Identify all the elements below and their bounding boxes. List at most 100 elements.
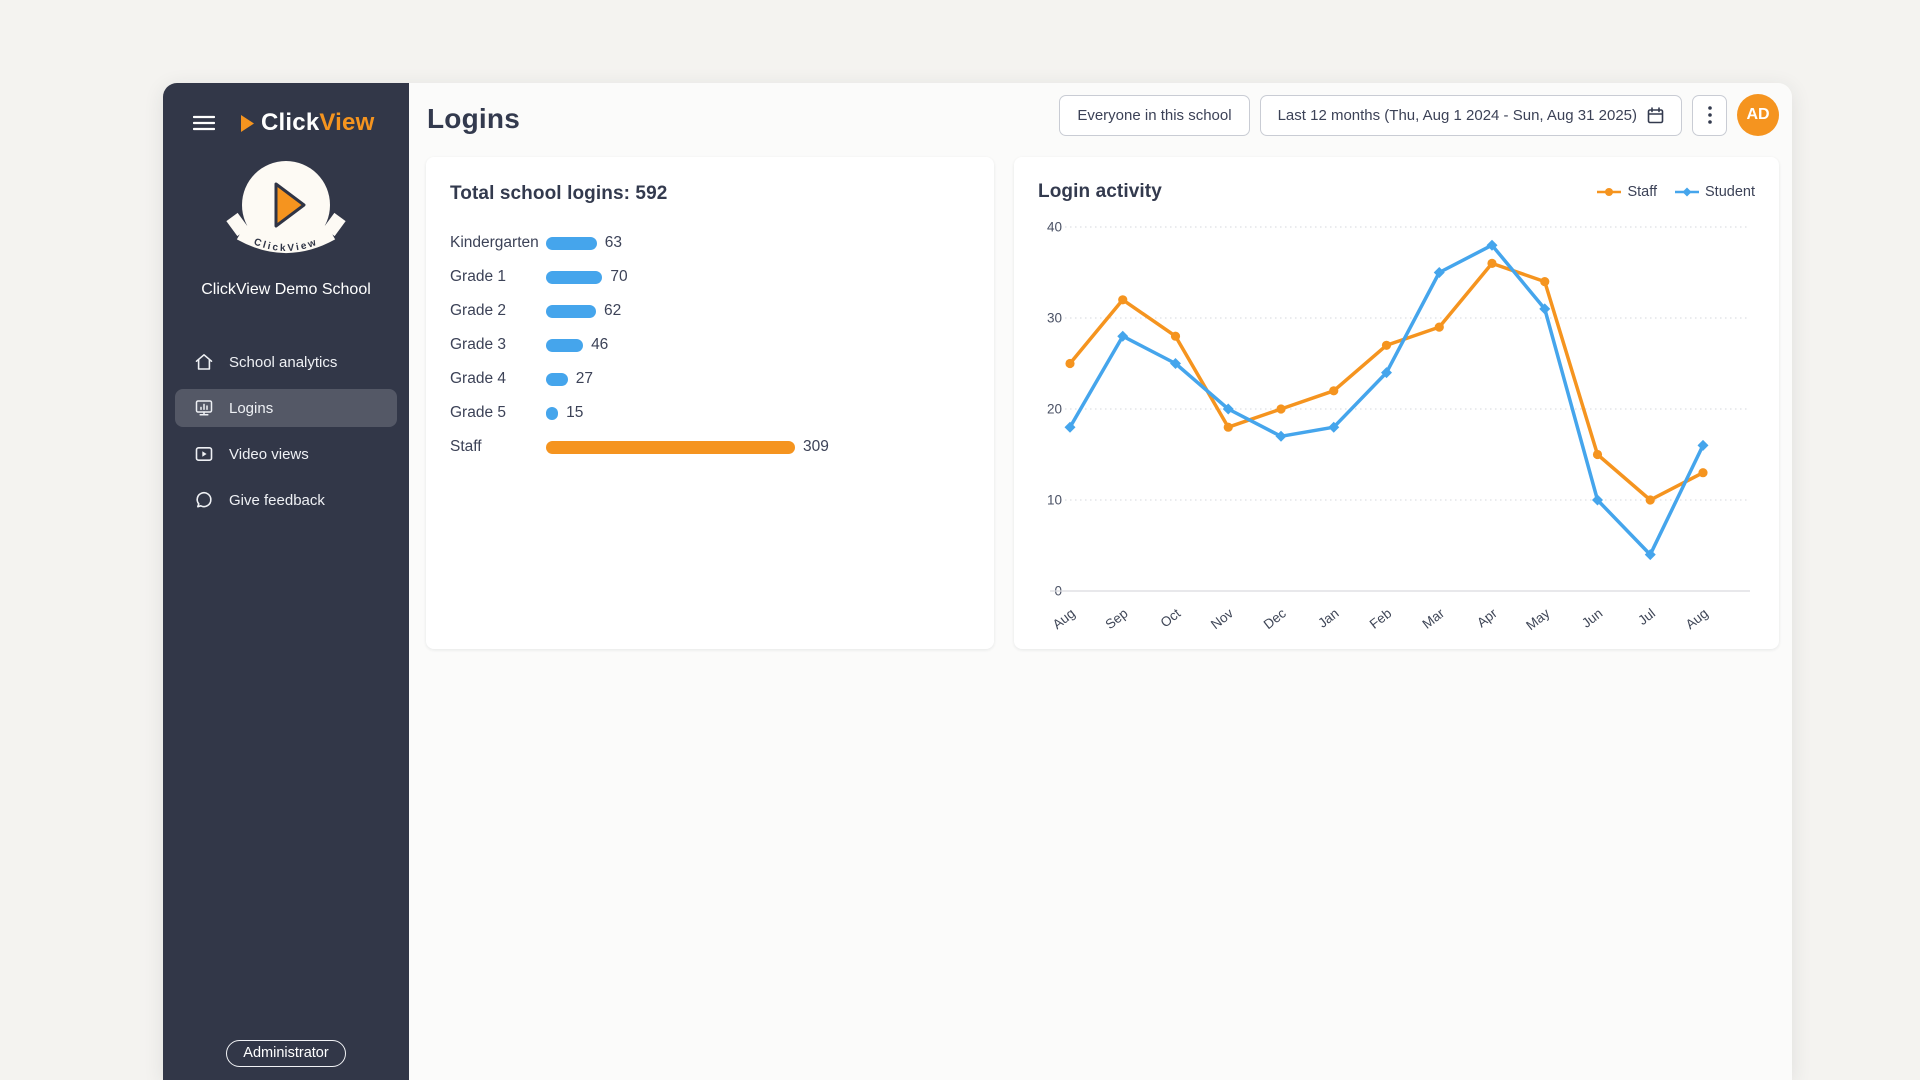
audience-filter-label: Everyone in this school [1077,106,1232,124]
sidebar-item-video-views[interactable]: Video views [175,435,397,473]
data-point [1540,277,1550,287]
sidebar-item-label: Give feedback [229,491,325,509]
x-tick-label: Mar [1420,605,1448,631]
data-point [1592,449,1603,460]
bar-category-label: Staff [450,438,482,455]
y-tick-label: 40 [1047,220,1062,235]
date-range-button[interactable]: Last 12 months (Thu, Aug 1 2024 - Sun, A… [1259,94,1682,136]
data-point [1223,422,1233,432]
legend-label: Staff [1627,184,1657,200]
data-point [1329,386,1339,396]
x-tick-label: Feb [1367,606,1395,632]
x-tick-label: Aug [1683,606,1711,633]
brand-text: ClickView [261,109,375,136]
sidebar-item-label: Logins [229,399,274,417]
total-logins-card: Total school logins: 592 Kindergarten 63 G… [426,157,994,649]
x-tick-label: Aug [1050,606,1078,633]
sidebar-header: ClickView [163,83,409,141]
header-controls: Everyone in this school Last 12 months (… [1059,94,1779,136]
sidebar-item-give-feedback[interactable]: Give feedback [175,481,397,519]
bar-rows: Kindergarten 63 Grade 1 70 Grade 2 62 Grade 3 4… [450,226,970,464]
student-legend-marker-icon [1675,187,1699,197]
video-views-icon [194,444,214,464]
y-tick-label: 10 [1047,493,1062,508]
data-point [1645,495,1655,505]
bar-row: Staff 309 [450,430,970,464]
home-icon [194,352,214,372]
main-content: Logins Everyone in this school Last 12 m… [409,83,1792,1080]
calendar-icon [1647,106,1664,123]
data-point [1170,331,1181,341]
x-tick-label: Jul [1635,606,1658,628]
bar-value-label: 15 [566,404,584,421]
x-tick-label: Nov [1208,605,1236,632]
x-tick-label: Oct [1158,605,1184,630]
bar-row: Grade 1 70 [450,260,970,294]
x-tick-label: Sep [1102,606,1130,633]
bar-value-label: 63 [604,234,623,251]
bar-category-label: Grade 4 [450,370,507,387]
hamburger-icon [193,115,215,131]
sidebar: ClickView ClickView ClickView Demo Schoo… [163,83,409,1080]
sidebar-nav: School analytics Logins Video views Give fe… [175,343,397,519]
kebab-menu-icon [1707,106,1712,124]
cards-row: Total school logins: 592 Kindergarten 63 G… [426,157,1779,649]
app-window: ClickView ClickView ClickView Demo Schoo… [163,83,1792,1080]
y-tick-label: 30 [1047,311,1062,326]
bar-row: Grade 5 15 [450,396,970,430]
hamburger-menu-button[interactable] [193,115,215,131]
bar-fill [546,372,568,386]
data-point [1487,258,1497,268]
bar-row: Grade 2 62 [450,294,970,328]
audience-filter-button[interactable]: Everyone in this school [1059,94,1250,136]
legend-item-staff[interactable]: Staff [1597,184,1657,200]
x-tick-label: May [1523,605,1553,633]
bar-fill [546,338,584,352]
series-line-staff [1068,261,1705,502]
bar-category-label: Grade 1 [450,268,507,285]
x-tick-label: Apr [1474,605,1500,630]
bar-value-label: 46 [591,336,609,353]
line-chart-title: Login activity [1038,181,1162,202]
top-bar: Logins Everyone in this school Last 12 m… [426,94,1779,136]
data-point [1065,358,1075,369]
sidebar-item-school-analytics[interactable]: School analytics [175,343,397,381]
feedback-chat-icon [194,490,214,510]
chart-legend: Staff Student [1597,184,1755,200]
school-logo-emblem: ClickView [226,161,346,254]
page-title: Logins [427,103,520,134]
sidebar-item-logins[interactable]: Logins [175,389,397,427]
x-tick-label: Jun [1579,606,1605,631]
data-point [1698,468,1708,478]
bar-row: Grade 3 46 [450,328,970,362]
bar-value-label: 62 [603,302,622,319]
x-tick-label: Dec [1261,605,1289,632]
bar-fill [546,440,795,454]
bar-value-label: 309 [803,438,829,455]
bar-fill [546,406,559,420]
more-options-button[interactable] [1692,94,1727,136]
bar-category-label: Kindergarten [450,234,539,251]
bar-value-label: 70 [610,268,628,285]
bar-chart-title: Total school logins: 592 [450,183,668,204]
administrator-badge: Administrator [226,1040,346,1067]
bar-fill [546,236,597,250]
x-tick-label: Jan [1315,606,1341,631]
brand-play-icon [241,114,254,132]
date-range-label: Last 12 months (Thu, Aug 1 2024 - Sun, A… [1277,106,1637,124]
user-avatar[interactable]: AD [1737,94,1779,136]
line-chart-header: Login activity Staff Student [1038,177,1755,207]
series-line-student [1068,243,1705,557]
bar-fill [546,304,596,318]
clickview-logo: ClickView [241,109,374,137]
data-point [1381,340,1392,350]
legend-item-student[interactable]: Student [1675,184,1755,200]
login-activity-card: Login activity Staff Student 0 10 20 30 40 Aug… [1014,157,1779,649]
bar-row: Kindergarten 63 [450,226,970,260]
sidebar-item-label: Video views [229,445,309,463]
data-point [1697,439,1709,451]
bar-value-label: 27 [575,370,593,387]
bar-category-label: Grade 3 [450,336,507,353]
data-point [1118,295,1128,305]
